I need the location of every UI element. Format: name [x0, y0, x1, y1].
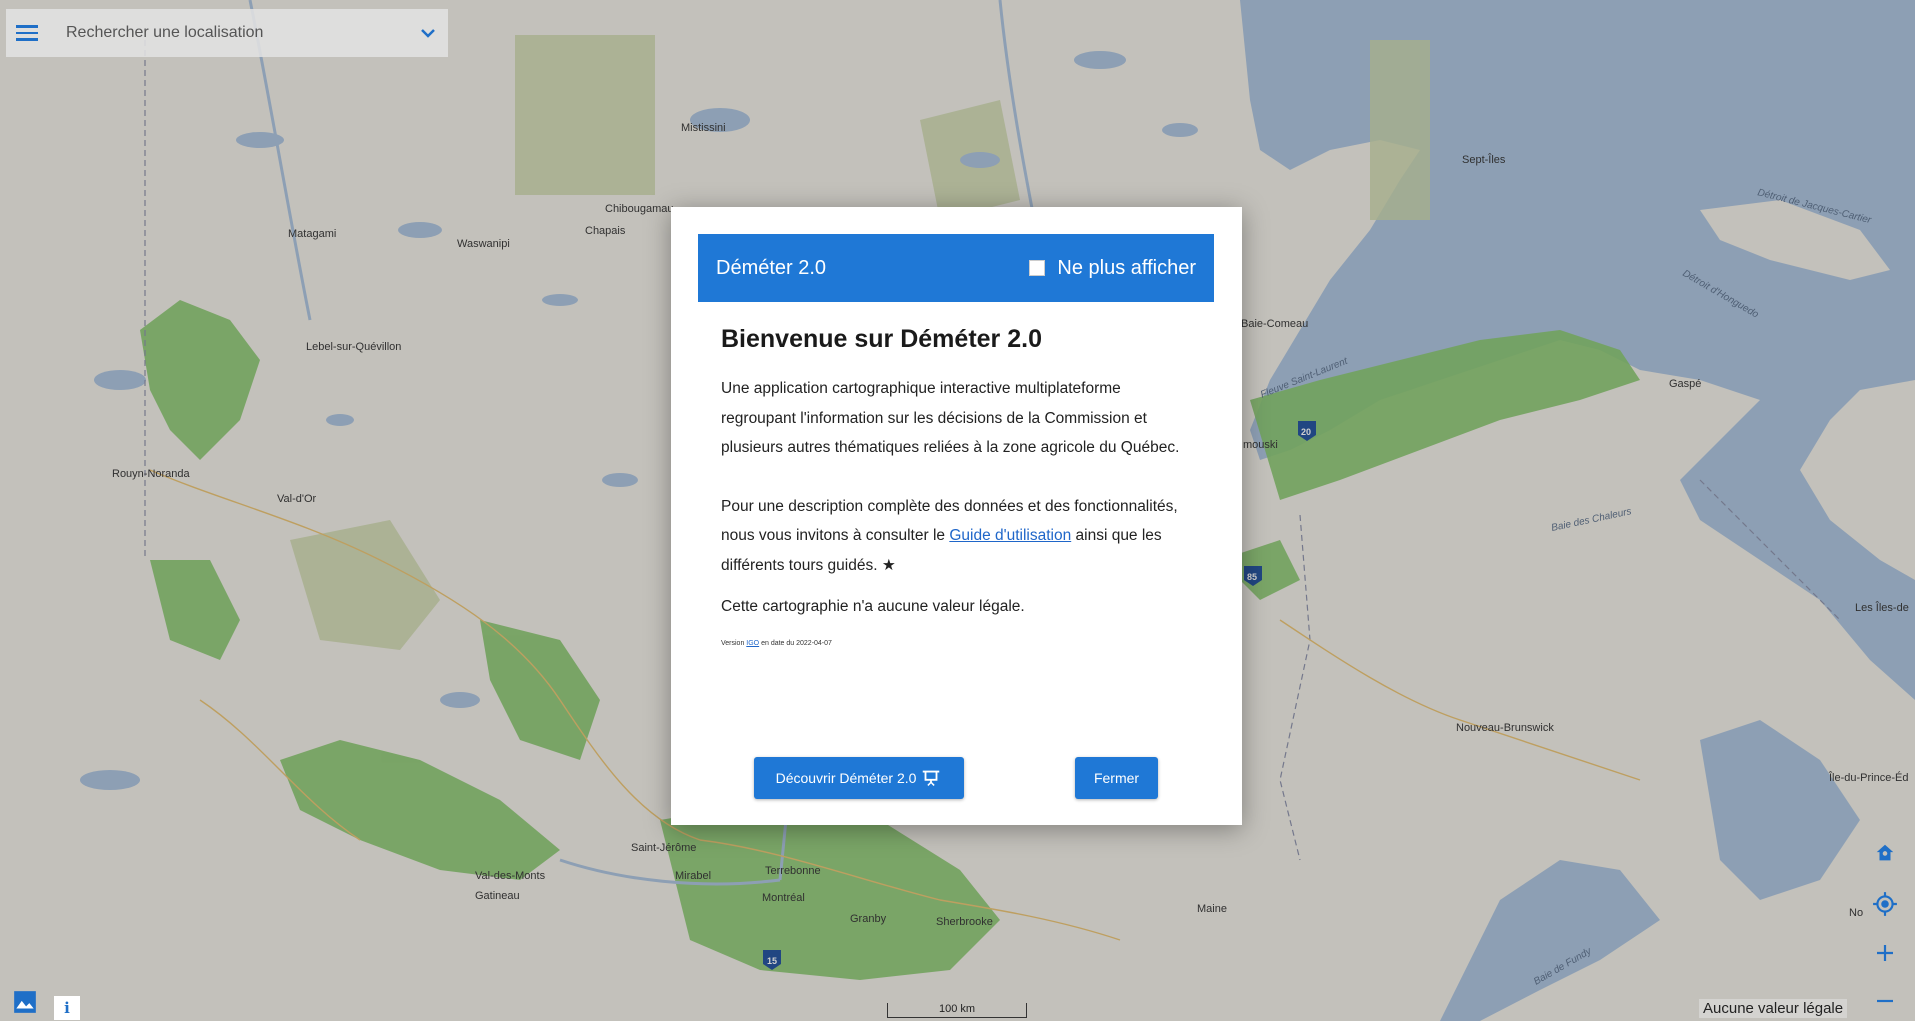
dialog-header: Déméter 2.0 Ne plus afficher	[698, 234, 1214, 302]
discover-label: Découvrir Déméter 2.0	[775, 770, 917, 786]
no-show-label: Ne plus afficher	[1057, 256, 1196, 279]
igo-link[interactable]: IGO	[746, 640, 759, 647]
locate-icon	[1873, 892, 1897, 916]
search-input[interactable]	[48, 14, 408, 52]
zoom-in-button[interactable]	[1866, 934, 1904, 972]
search-bar	[6, 9, 448, 57]
base-layer-button[interactable]	[6, 983, 44, 1021]
presentation-icon	[923, 770, 940, 786]
info-button[interactable]: i	[54, 996, 80, 1020]
intro-paragraph: Une application cartographique interacti…	[721, 380, 1180, 456]
layers-image-icon	[14, 991, 36, 1013]
legal-notice: Cette cartographie n'a aucune valeur lég…	[721, 598, 1025, 615]
zoom-out-button[interactable]	[1866, 982, 1904, 1020]
search-dropdown-button[interactable]	[408, 9, 448, 57]
legal-disclaimer: Aucune valeur légale	[1699, 999, 1848, 1018]
no-show-checkbox[interactable]: Ne plus afficher	[1029, 257, 1214, 280]
scale-label: 100 km	[938, 1003, 976, 1015]
version-info: Version IGO en date du 2022-04-07	[721, 640, 1191, 647]
menu-icon	[16, 25, 38, 41]
user-guide-link[interactable]: Guide d'utilisation	[949, 527, 1071, 544]
version-text-after: en date du 2022-04-07	[759, 639, 832, 647]
version-text-before: Version	[721, 639, 747, 647]
geolocate-button[interactable]	[1866, 885, 1904, 923]
home-icon	[1876, 844, 1894, 861]
close-button[interactable]: Fermer	[1075, 757, 1158, 799]
home-button[interactable]	[1866, 834, 1904, 872]
welcome-dialog: Déméter 2.0 Ne plus afficher Bienvenue s…	[671, 207, 1242, 825]
menu-button[interactable]	[6, 9, 48, 57]
guide-paragraph: Pour une description complète des donnée…	[721, 492, 1191, 581]
plus-icon	[1877, 945, 1893, 961]
checkbox-box[interactable]	[1029, 260, 1046, 276]
discover-tour-button[interactable]: Découvrir Déméter 2.0	[754, 757, 964, 799]
minus-icon	[1877, 999, 1893, 1003]
dialog-title: Déméter 2.0	[716, 256, 827, 279]
welcome-heading: Bienvenue sur Déméter 2.0	[721, 325, 1042, 353]
chevron-down-icon	[421, 29, 435, 38]
dialog-body: Bienvenue sur Déméter 2.0 Une applicatio…	[721, 325, 1191, 647]
info-icon: i	[64, 999, 70, 1017]
scale-bar: 100 km	[887, 1003, 1027, 1018]
